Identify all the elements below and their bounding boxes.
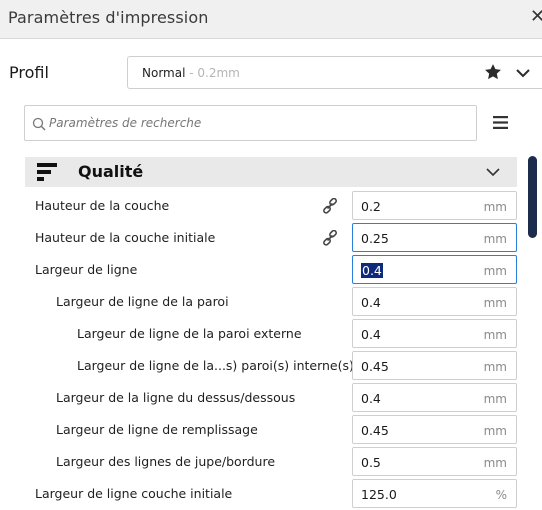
field-value: 0.4 bbox=[361, 391, 381, 406]
field-unit: mm bbox=[483, 232, 507, 246]
setting-row-outer-wall-line-width: Largeur de ligne de la paroi externe 0.4… bbox=[25, 318, 520, 350]
search-input[interactable] bbox=[49, 106, 469, 140]
setting-label: Largeur de ligne couche initiale bbox=[35, 486, 233, 501]
setting-label: Largeur de ligne de la paroi externe bbox=[77, 326, 302, 341]
line-width-field[interactable]: 0.4 mm bbox=[352, 255, 517, 284]
field-value: 0.4 bbox=[361, 263, 383, 278]
field-unit: mm bbox=[483, 424, 507, 438]
field-unit: % bbox=[495, 488, 507, 502]
field-unit: mm bbox=[483, 328, 507, 342]
setting-row-initial-layer-height: Hauteur de la couche initiale 0.25 mm bbox=[25, 222, 520, 254]
star-icon[interactable] bbox=[483, 62, 503, 82]
field-value: 0.4 bbox=[361, 295, 381, 310]
initial-layer-line-width-field[interactable]: 125.0 % bbox=[352, 479, 517, 508]
profile-dropdown[interactable]: Normal - 0.2mm bbox=[127, 56, 542, 89]
profile-layer-height: - 0.2mm bbox=[185, 66, 240, 80]
close-icon[interactable]: ✕ bbox=[530, 6, 542, 27]
field-unit: mm bbox=[483, 200, 507, 214]
wall-line-width-field[interactable]: 0.4 mm bbox=[352, 287, 517, 316]
setting-label: Largeur de ligne de remplissage bbox=[56, 422, 258, 437]
search-box[interactable] bbox=[24, 105, 477, 141]
title-bar: Paramètres d'impression ✕ bbox=[0, 0, 542, 39]
window-title: Paramètres d'impression bbox=[8, 8, 209, 27]
setting-row-infill-line-width: Largeur de ligne de remplissage 0.45 mm bbox=[25, 414, 520, 446]
link-icon[interactable] bbox=[322, 198, 338, 214]
setting-row-wall-line-width: Largeur de ligne de la paroi 0.4 mm bbox=[25, 286, 520, 318]
settings-visibility-menu-icon[interactable] bbox=[492, 115, 509, 130]
outer-wall-line-width-field[interactable]: 0.4 mm bbox=[352, 319, 517, 348]
setting-label: Hauteur de la couche initiale bbox=[35, 230, 216, 245]
setting-row-layer-height: Hauteur de la couche 0.2 mm bbox=[25, 190, 520, 222]
field-value: 0.5 bbox=[361, 455, 381, 470]
profile-label: Profil bbox=[9, 63, 49, 82]
field-value: 0.4 bbox=[361, 327, 381, 342]
field-value: 0.25 bbox=[361, 231, 389, 246]
search-icon bbox=[32, 117, 46, 131]
scrollbar-thumb[interactable] bbox=[528, 156, 537, 238]
field-value: 0.2 bbox=[361, 199, 381, 214]
setting-label: Largeur de ligne bbox=[35, 262, 138, 277]
profile-name: Normal - 0.2mm bbox=[142, 66, 240, 80]
field-value: 125.0 bbox=[361, 487, 397, 502]
field-unit: mm bbox=[483, 456, 507, 470]
setting-label: Largeur de ligne de la paroi bbox=[56, 294, 229, 309]
top-bottom-line-width-field[interactable]: 0.4 mm bbox=[352, 383, 517, 412]
field-unit: mm bbox=[483, 264, 507, 278]
field-unit: mm bbox=[483, 296, 507, 310]
field-value: 0.45 bbox=[361, 359, 389, 374]
field-unit: mm bbox=[483, 360, 507, 374]
initial-layer-height-field[interactable]: 0.25 mm bbox=[352, 223, 517, 252]
section-header-quality[interactable]: Qualité bbox=[25, 157, 517, 187]
setting-row-inner-wall-line-width: Largeur de ligne de la...s) paroi(s) int… bbox=[25, 350, 520, 382]
setting-row-top-bottom-line-width: Largeur de la ligne du dessus/dessous 0.… bbox=[25, 382, 520, 414]
field-value: 0.45 bbox=[361, 423, 389, 438]
layer-quality-icon bbox=[37, 163, 57, 181]
setting-label: Largeur de ligne de la...s) paroi(s) int… bbox=[77, 358, 354, 373]
field-unit: mm bbox=[483, 392, 507, 406]
setting-row-initial-layer-line-width: Largeur de ligne couche initiale 125.0 % bbox=[25, 478, 520, 510]
setting-row-skirt-brim-line-width: Largeur des lignes de jupe/bordure 0.5 m… bbox=[25, 446, 520, 478]
infill-line-width-field[interactable]: 0.45 mm bbox=[352, 415, 517, 444]
link-icon[interactable] bbox=[322, 230, 338, 246]
setting-row-line-width: Largeur de ligne 0.4 mm bbox=[25, 254, 520, 286]
setting-label: Largeur de la ligne du dessus/dessous bbox=[56, 390, 296, 405]
inner-wall-line-width-field[interactable]: 0.45 mm bbox=[352, 351, 517, 380]
setting-label: Largeur des lignes de jupe/bordure bbox=[56, 454, 276, 469]
chevron-down-icon[interactable] bbox=[485, 165, 501, 179]
chevron-down-icon[interactable] bbox=[515, 65, 531, 81]
section-title: Qualité bbox=[78, 162, 144, 181]
skirt-brim-line-width-field[interactable]: 0.5 mm bbox=[352, 447, 517, 476]
setting-label: Hauteur de la couche bbox=[35, 198, 170, 213]
layer-height-field[interactable]: 0.2 mm bbox=[352, 191, 517, 220]
